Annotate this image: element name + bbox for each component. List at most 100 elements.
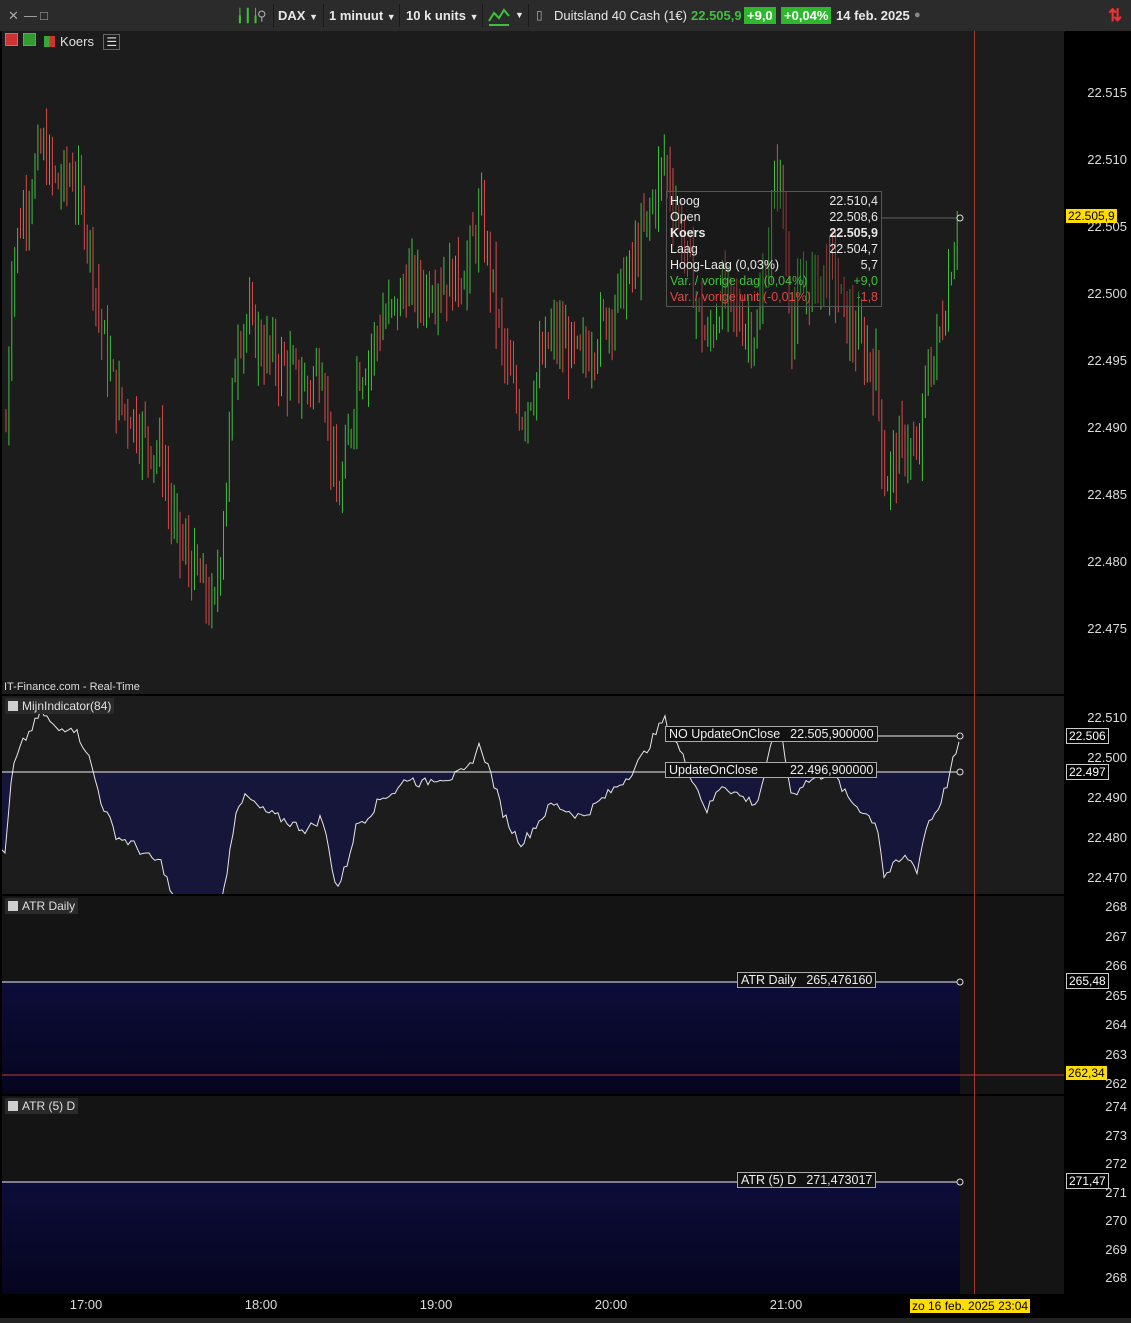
axis-tick-label: 262 — [1105, 1076, 1127, 1091]
axis-tick-label: 274 — [1105, 1099, 1127, 1114]
maximize-icon[interactable]: □ — [40, 0, 48, 31]
settings-list-icon[interactable]: ☰ — [103, 34, 121, 50]
atr5-chart[interactable] — [2, 1096, 1064, 1294]
tooltip-key: Laag — [670, 242, 698, 256]
tooltip-value: 22.510,4 — [829, 194, 878, 208]
atr-daily-value-label: ATR Daily 265,476160 — [737, 972, 877, 988]
axis-tick-label: 272 — [1105, 1156, 1127, 1171]
time-axis[interactable]: 17:00 18:00 19:00 20:00 21:00 zo 16 feb. 202… — [0, 1294, 1131, 1323]
units-label: 10 k units — [406, 8, 466, 23]
price-panel-title: Koers — [60, 34, 94, 49]
tooltip-key: Open — [670, 210, 701, 224]
tooltip-row: Open 22.508,6 — [670, 210, 878, 226]
tooltip-key: Var. / vorige dag (0,04%) — [670, 274, 808, 288]
sync-icon[interactable]: ⚲ — [257, 0, 267, 31]
no-update-label-text: NO UpdateOnClose — [669, 727, 781, 741]
instrument-selector[interactable]: DAX ▼ — [278, 0, 318, 31]
chart-style-icon — [488, 8, 510, 26]
price-axis[interactable]: 22.515 22.510 22.505 22.500 22.495 22.490 22.4… — [1065, 31, 1131, 694]
price-panel-header: Koers ☰ — [5, 33, 121, 50]
tooltip-key: Hoog — [670, 194, 700, 208]
ohlc-tooltip: Hoog 22.510,4 Open 22.508,6 Koers 22.505,9 Laa… — [666, 191, 882, 307]
indicator-panel-header: MijnIndicator(84) — [5, 698, 115, 714]
chevron-down-icon: ▼ — [309, 12, 318, 22]
horizontal-scrollbar[interactable] — [0, 1318, 1131, 1323]
axis-tick-label: 22.510 — [1087, 152, 1127, 167]
atr-daily-value: 265,476160 — [806, 973, 873, 987]
cursor-value-tag: 262,34 — [1066, 1066, 1107, 1080]
atr-daily-title: ATR Daily — [22, 899, 76, 913]
timeframe-selector[interactable]: 1 minuut ▼ — [329, 0, 396, 31]
axis-tick-label: 22.490 — [1087, 420, 1127, 435]
axis-tick-label: 266 — [1105, 958, 1127, 973]
tooltip-value: -1,8 — [856, 290, 878, 304]
tooltip-row: Hoog 22.510,4 — [670, 194, 878, 210]
price-panel[interactable]: Koers ☰ IT-Finance.com - Real-Time Hoog 2… — [2, 31, 1064, 694]
atr-daily-axis[interactable]: 268 267 266 265 264 263 262 265,48 262,34 — [1065, 896, 1131, 1094]
data-source-label: IT-Finance.com - Real-Time — [4, 681, 140, 693]
atr5-title: ATR (5) D — [22, 1099, 76, 1113]
axis-tick-label: 22.500 — [1087, 286, 1127, 301]
expand-icon[interactable] — [23, 33, 37, 46]
toolbar: ✕ — □ ╽┃╽ ⚲ DAX ▼ 1 minuut ▼ 10 k units … — [0, 0, 1131, 32]
time-tick-label: 19:00 — [419, 1297, 453, 1312]
atr5-color-icon — [8, 1101, 18, 1111]
time-tick-label: 17:00 — [69, 1297, 103, 1312]
refresh-icon[interactable]: ⇅ — [1108, 0, 1122, 31]
axis-tick-label: 273 — [1105, 1127, 1127, 1143]
tooltip-value: 5,7 — [860, 258, 878, 272]
indicator-panel[interactable]: MijnIndicator(84) NO UpdateOnClose 22.505… — [2, 696, 1064, 894]
axis-tick-label: 265 — [1105, 987, 1127, 1003]
last-price: 22.505,9 — [691, 8, 742, 23]
axis-tick-label: 263 — [1105, 1046, 1127, 1062]
update-value: 22.496,900000 — [789, 763, 874, 777]
axis-tick-label: 268 — [1105, 899, 1127, 914]
tooltip-key: Koers — [670, 226, 706, 240]
tooltip-row: Var. / vorige dag (0,04%) +9,0 — [670, 274, 878, 290]
axis-tick-label: 22.495 — [1087, 353, 1127, 368]
atr5-panel[interactable]: ATR (5) D ATR (5) D 271,473017 — [2, 1096, 1064, 1294]
axis-tick-label: 22.470 — [1087, 870, 1127, 885]
collapse-icon[interactable] — [5, 33, 18, 46]
axis-tick-label: 267 — [1105, 928, 1127, 944]
candlestick-chart[interactable] — [2, 31, 1064, 694]
atr5-header: ATR (5) D — [5, 1098, 79, 1114]
axis-tick-label: 22.490 — [1087, 790, 1127, 805]
atr5-tag: 271,47 — [1066, 1173, 1109, 1189]
tooltip-value: 22.508,6 — [829, 210, 878, 224]
axis-tick-label: 22.475 — [1087, 621, 1127, 636]
close-icon[interactable]: ✕ — [8, 0, 19, 31]
chart-style-button[interactable] — [488, 0, 510, 31]
units-selector[interactable]: 10 k units ▼ — [406, 0, 479, 31]
indicator-color-icon — [8, 701, 18, 711]
atr-daily-panel[interactable]: ATR Daily ATR Daily 265,476160 — [2, 896, 1064, 1094]
atr-fill — [2, 982, 960, 1094]
indicator-tag-bottom: 22.497 — [1066, 764, 1109, 780]
change-pct-badge: +0,04% — [781, 7, 832, 24]
chevron-down-icon: ▼ — [386, 12, 396, 22]
indicator-axis[interactable]: 22.510 22.500 22.490 22.480 22.470 22.506 22… — [1065, 696, 1131, 894]
date-label: 14 feb. 2025 — [836, 8, 910, 23]
axis-tick-label: 22.515 — [1087, 85, 1127, 100]
indicator-tag-top: 22.506 — [1066, 728, 1109, 744]
atr-daily-tag: 265,48 — [1066, 973, 1109, 989]
indicator-line-chart[interactable] — [2, 696, 1064, 894]
atr5-axis[interactable]: 274 273 272 271 270 269 268 271,47 — [1065, 1096, 1131, 1294]
axis-tick-label: 269 — [1105, 1241, 1127, 1257]
tooltip-value: +9,0 — [853, 274, 878, 288]
candles-icon[interactable]: ╽┃╽ — [236, 0, 259, 31]
product-name: Duitsland 40 Cash (1€) — [554, 8, 687, 23]
tooltip-key: Hoog-Laag (0,03%) — [670, 258, 780, 272]
current-price-tag: 22.505,9 — [1066, 209, 1117, 223]
instrument-label: DAX — [278, 8, 306, 23]
chevron-down-icon[interactable]: ▼ — [515, 0, 524, 31]
atr-daily-color-icon — [8, 901, 18, 911]
no-update-label: NO UpdateOnClose 22.505,900000 — [665, 726, 878, 742]
info-icon[interactable]: ▯ — [536, 0, 543, 31]
timeframe-label: 1 minuut — [329, 8, 384, 23]
atr-daily-chart[interactable] — [2, 896, 1064, 1094]
change-badge: +9,0 — [744, 7, 776, 24]
axis-tick-label: 22.485 — [1087, 487, 1127, 502]
minimize-icon[interactable]: — — [24, 0, 37, 31]
chevron-down-icon: ▼ — [469, 12, 479, 22]
